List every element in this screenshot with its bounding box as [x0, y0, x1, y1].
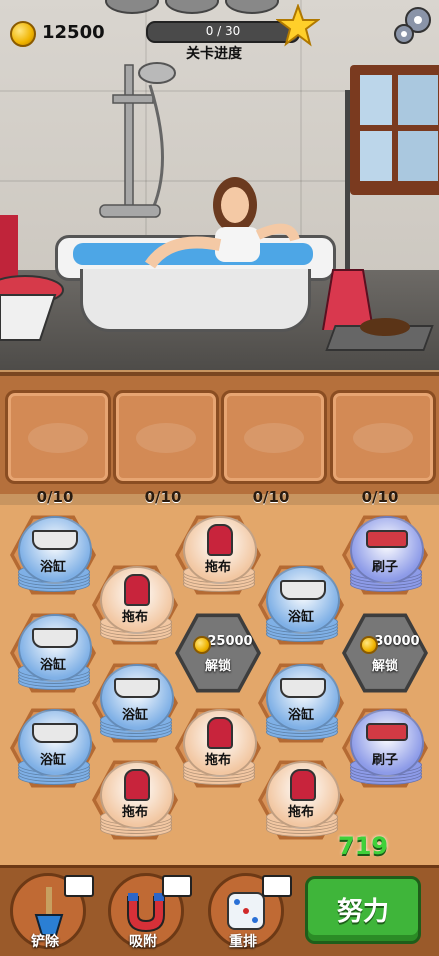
- magnet-tool-label: 吸附: [129, 934, 157, 950]
- bathtub-tile-stack[interactable]: 浴缸: [18, 614, 92, 690]
- coin-icon: [193, 636, 211, 654]
- mop-icon: [207, 717, 233, 749]
- slot-count: 0/10: [361, 488, 399, 506]
- slot-count: 0/10: [144, 488, 182, 506]
- bathtub-icon: [280, 580, 326, 600]
- coin-icon: [360, 636, 378, 654]
- mop-tile-label: 拖布: [204, 753, 231, 768]
- bathtub-tile-label: 浴缸: [39, 753, 66, 768]
- effort-button-label: 努力: [336, 897, 389, 927]
- brush-tile-stack[interactable]: 刷子: [350, 709, 424, 785]
- video-icon: [262, 875, 292, 897]
- bathtub-tile-stack[interactable]: 浴缸: [266, 566, 340, 642]
- brush-tile-label: 刷子: [371, 560, 398, 575]
- mop-tile-label: 拖布: [204, 560, 231, 575]
- woman-in-tub: [145, 177, 300, 269]
- mop-tile-label: 拖布: [121, 610, 148, 625]
- cockroaches: [360, 318, 410, 336]
- mop-tile-stack[interactable]: 拖布: [100, 566, 174, 642]
- dice-tool-label: 重排: [229, 934, 257, 950]
- effort-button[interactable]: 努力: [305, 876, 421, 944]
- unlock-label: 解锁: [204, 659, 231, 674]
- bathtub-icon: [280, 678, 326, 698]
- collection-slot[interactable]: [221, 390, 327, 484]
- video-icon: [64, 875, 94, 897]
- mop-tile-label: 拖布: [121, 805, 148, 820]
- slot-count: 0/10: [36, 488, 74, 506]
- paint-roller-icon: [366, 723, 408, 741]
- mop-icon: [124, 769, 150, 801]
- shovel-tool-label: 铲除: [31, 934, 59, 950]
- brush-tile-label: 刷子: [371, 753, 398, 768]
- bathtub-tile-stack[interactable]: 浴缸: [100, 664, 174, 740]
- collection-slot[interactable]: [5, 390, 111, 484]
- bathtub-tile-label: 浴缸: [121, 708, 148, 723]
- mop-icon: [124, 574, 150, 606]
- coin-count: 12500: [42, 22, 105, 43]
- paint-roller-icon: [366, 530, 408, 548]
- brush-tile-stack[interactable]: 刷子: [350, 516, 424, 592]
- moves-counter: 719: [338, 832, 389, 860]
- toilet: [0, 215, 64, 341]
- slot-count: 0/10: [252, 488, 290, 506]
- bathtub-tile-stack[interactable]: 浴缸: [266, 664, 340, 740]
- star-icon: [276, 4, 320, 47]
- mop-tile-stack[interactable]: 拖布: [100, 761, 174, 837]
- unlock-label: 解锁: [371, 659, 398, 674]
- bathtub-tile-label: 浴缸: [287, 610, 314, 625]
- coin-icon: [10, 21, 36, 47]
- bathtub-icon: [114, 678, 160, 698]
- bathtub-icon: [32, 723, 78, 743]
- mop-tile-stack[interactable]: 拖布: [266, 761, 340, 837]
- collection-slot[interactable]: [330, 390, 436, 484]
- bathtub-tile-stack[interactable]: 浴缸: [18, 709, 92, 785]
- bathtub-tile-label: 浴缸: [287, 708, 314, 723]
- mop-tile-stack[interactable]: 拖布: [183, 516, 257, 592]
- mop-icon: [290, 769, 316, 801]
- bathtub-icon: [32, 530, 78, 550]
- bathtub-tile-label: 浴缸: [39, 658, 66, 673]
- video-icon: [162, 875, 192, 897]
- mop-tile-label: 拖布: [287, 805, 314, 820]
- mop: [322, 90, 374, 330]
- bathtub-icon: [32, 628, 78, 648]
- mop-icon: [207, 524, 233, 556]
- mop-tile-stack[interactable]: 拖布: [183, 709, 257, 785]
- hud: 12500 0 / 30 关卡进度: [0, 0, 439, 64]
- bathtub-tile-stack[interactable]: 浴缸: [18, 516, 92, 592]
- progress-label: 关卡进度: [186, 46, 242, 62]
- collection-slot[interactable]: [113, 390, 219, 484]
- gear-icon[interactable]: [390, 2, 436, 46]
- bathtub-tile-label: 浴缸: [39, 560, 66, 575]
